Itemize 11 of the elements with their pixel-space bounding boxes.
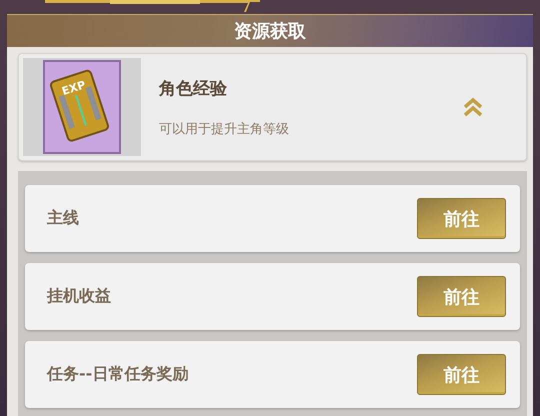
source-label: 任务--日常任务奖励 [47, 364, 188, 385]
go-button[interactable]: 前往 [417, 354, 506, 395]
item-name: 角色经验 [159, 78, 228, 100]
collapse-icon[interactable] [462, 96, 484, 118]
source-label: 主线 [47, 208, 79, 229]
go-button[interactable]: 前往 [417, 276, 506, 317]
source-label: 挂机收益 [47, 286, 111, 307]
item-description: 可以用于提升主角等级 [159, 120, 290, 138]
exp-card-icon: EXP [43, 60, 121, 154]
go-button[interactable]: 前往 [417, 198, 506, 239]
panel-title: 资源获取 [234, 20, 306, 43]
